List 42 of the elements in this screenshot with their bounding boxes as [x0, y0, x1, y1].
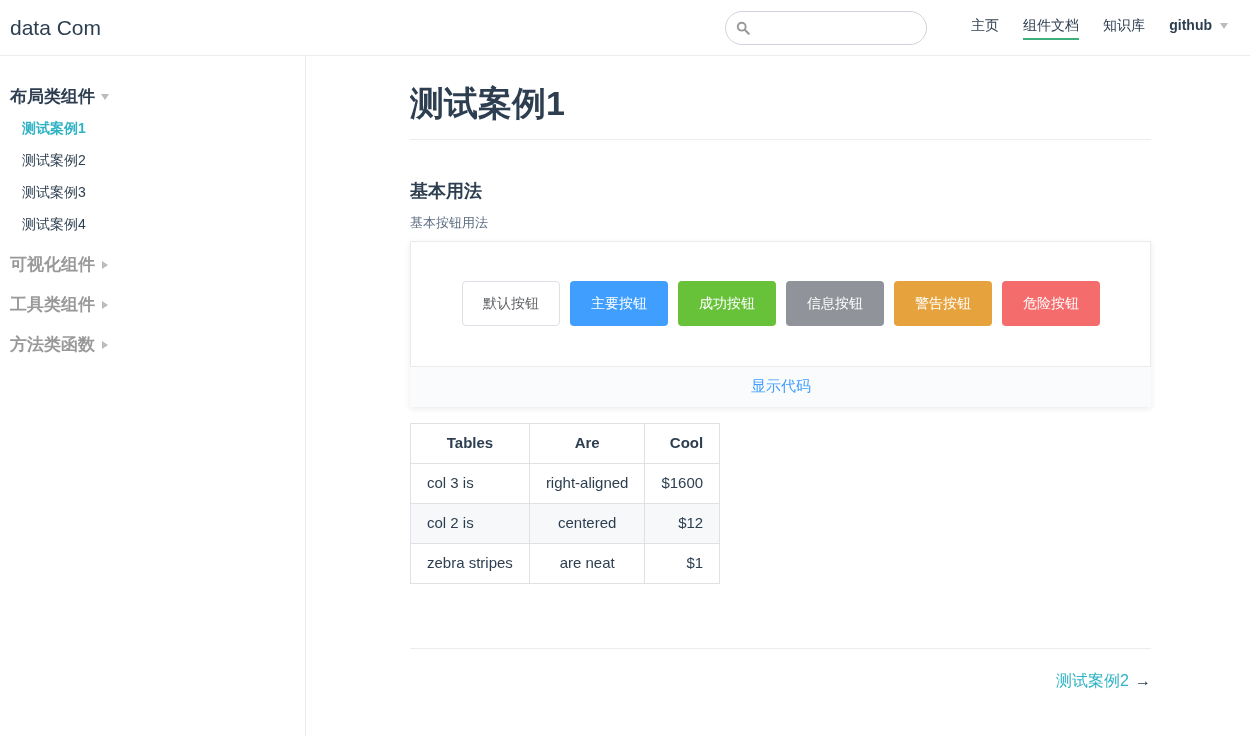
demo-button[interactable]: 主要按钮 — [569, 281, 668, 326]
table-cell: zebra stripes — [410, 543, 530, 583]
table-header-cell: Cool — [644, 423, 720, 463]
arrow-text: → — [1135, 670, 1151, 691]
sidebar-group[interactable]: 可视化组件 — [10, 250, 295, 280]
sidebar-group[interactable]: 布局类组件 — [10, 82, 295, 112]
demo-button[interactable]: 成功按钮 — [677, 281, 776, 326]
demo-button[interactable]: 危险按钮 — [1001, 281, 1100, 326]
table-cell: are neat — [529, 543, 645, 583]
sidebar-group[interactable]: 工具类组件 — [10, 290, 295, 320]
nav-link[interactable]: 组件文档 — [1023, 15, 1080, 40]
page-title: 测试案例1 — [410, 78, 1151, 140]
caret-right-icon — [101, 301, 109, 309]
demo-button[interactable]: 默认按钮 — [461, 281, 560, 326]
demo-button[interactable]: 警告按钮 — [893, 281, 992, 326]
caret-right-icon — [101, 261, 109, 269]
sidebar-item[interactable]: 测试案例3 — [10, 176, 295, 208]
caret-right-icon — [101, 341, 109, 349]
table-header-cell: Tables — [410, 423, 530, 463]
next-page-link[interactable]: 测试案例2 — [1056, 668, 1129, 693]
search-icon — [736, 19, 751, 36]
nav-link[interactable]: 主页 — [971, 15, 1000, 40]
caret-down-icon — [101, 93, 109, 101]
sidebar-group[interactable]: 方法类函数 — [10, 330, 295, 360]
table-cell: $1 — [644, 543, 720, 583]
sidebar-item[interactable]: 测试案例2 — [10, 144, 295, 176]
table-cell: $12 — [644, 503, 720, 543]
table-cell: centered — [529, 503, 645, 543]
table-header-cell: Are — [529, 423, 645, 463]
show-code-button[interactable]: 显示代码 — [410, 366, 1151, 407]
sidebar-item[interactable]: 测试案例1 — [10, 112, 295, 144]
demo-button[interactable]: 信息按钮 — [785, 281, 884, 326]
table-cell: $1600 — [644, 463, 720, 503]
section-description: 基本按钮用法 — [410, 214, 489, 232]
section-title: 基本用法 — [410, 180, 483, 203]
table-cell: col 3 is — [410, 463, 530, 503]
table-cell: right-aligned — [529, 463, 645, 503]
table-cell: col 2 is — [410, 503, 530, 543]
nav-link[interactable]: github — [1169, 15, 1228, 40]
sidebar-item[interactable]: 测试案例4 — [10, 208, 295, 240]
site-logo[interactable]: data Com — [10, 11, 102, 44]
nav-link[interactable]: 知识库 — [1103, 15, 1146, 40]
